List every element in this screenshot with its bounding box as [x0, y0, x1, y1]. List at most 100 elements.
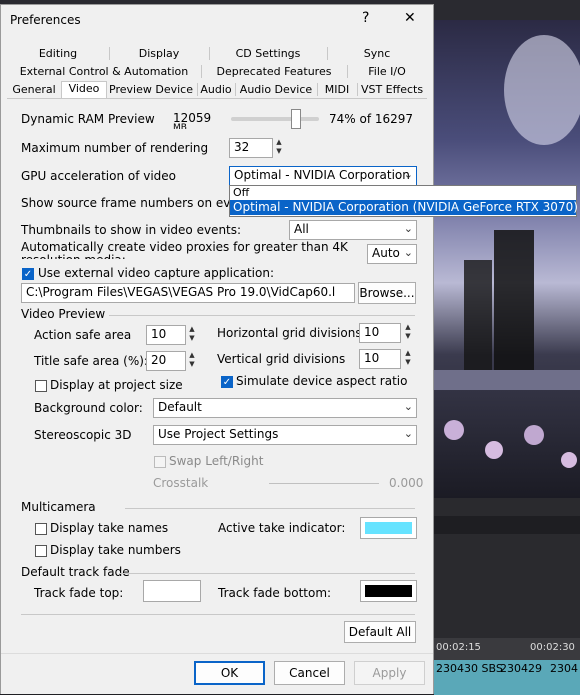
action-safe-label: Action safe area	[34, 328, 132, 342]
group-divider	[119, 573, 415, 574]
gpu-dropdown-list: Off Optimal - NVIDIA Corporation (NVIDIA…	[229, 185, 578, 217]
stereo-combo[interactable]: Use Project Settings ⌄	[153, 425, 417, 445]
video-preview-heading: Video Preview	[21, 307, 106, 321]
preferences-dialog: Preferences ? ✕ Editing Display CD Setti…	[0, 4, 578, 694]
take-numbers-label: Display take numbers	[50, 543, 181, 557]
thumbnails-label: Thumbnails to show in video events:	[21, 223, 242, 237]
take-names-label: Display take names	[50, 521, 169, 535]
tab-video[interactable]: Video	[61, 81, 107, 98]
proxies-label: Automatically create video proxies for g…	[21, 241, 348, 259]
proxies-value: Auto	[372, 246, 400, 260]
group-divider	[109, 315, 415, 316]
gpu-combo[interactable]: Optimal - NVIDIA Corporation ⌄	[229, 166, 417, 186]
bg-color-combo[interactable]: Default ⌄	[153, 398, 417, 418]
simulate-aspect-label: Simulate device aspect ratio	[236, 374, 408, 388]
title-safe-input[interactable]: 20	[146, 351, 186, 371]
max-render-label: Maximum number of rendering	[21, 141, 209, 155]
cancel-button[interactable]: Cancel	[274, 661, 345, 685]
crosstalk-slider[interactable]	[269, 483, 379, 484]
tab-vst-effects[interactable]: VST Effects	[357, 83, 427, 96]
title-safe-label: Title safe area (%):	[34, 354, 148, 368]
preview-image	[434, 35, 580, 468]
tab-cd-settings[interactable]: CD Settings	[209, 47, 328, 60]
indicator-label: Active take indicator:	[218, 521, 346, 535]
timeline-clips: 230430 SBS 230429 2304	[434, 660, 580, 695]
indicator-color-swatch	[365, 522, 412, 534]
fade-top-label: Track fade top:	[34, 586, 124, 600]
tab-divider	[7, 98, 427, 99]
gpu-option-nvidia[interactable]: Optimal - NVIDIA Corporation (NVIDIA GeF…	[230, 200, 578, 215]
clip-label: 230430 SBS	[436, 662, 503, 675]
fade-bottom-color-button[interactable]	[360, 580, 417, 602]
crosstalk-label: Crosstalk	[153, 476, 209, 490]
transport-bar	[434, 516, 580, 534]
tab-external-control[interactable]: External Control & Automation	[7, 65, 202, 78]
display-project-size-checkbox[interactable]	[35, 380, 47, 392]
max-render-input[interactable]: 32	[229, 138, 273, 158]
ok-button[interactable]: OK	[194, 661, 265, 685]
vgrid-spinner[interactable]: ▲ ▼	[404, 349, 412, 369]
action-safe-input[interactable]: 10	[146, 325, 186, 345]
tab-sync[interactable]: Sync	[327, 47, 427, 60]
multicamera-heading: Multicamera	[21, 500, 96, 514]
hgrid-label: Horizontal grid divisions	[217, 326, 362, 340]
clip-label: 2304	[550, 662, 578, 675]
video-preview-background	[434, 20, 580, 498]
clip-label: 230429	[500, 662, 542, 675]
tab-general[interactable]: General	[7, 83, 62, 96]
swap-label: Swap Left/Right	[169, 454, 264, 468]
action-safe-spinner[interactable]: ▲ ▼	[188, 325, 196, 345]
tab-deprecated-features[interactable]: Deprecated Features	[201, 65, 348, 78]
chevron-down-icon: ⌄	[403, 246, 413, 259]
indicator-color-button[interactable]	[360, 517, 417, 539]
browse-button[interactable]: Browse...	[358, 282, 416, 304]
chevron-down-icon: ⌄	[403, 168, 413, 181]
bg-color-value: Default	[158, 400, 202, 414]
help-button[interactable]: ?	[362, 10, 369, 26]
group-divider	[125, 508, 415, 509]
max-render-spinner[interactable]: ▲ ▼	[275, 138, 283, 158]
fade-bottom-label: Track fade bottom:	[218, 586, 332, 600]
fade-top-swatch	[148, 585, 196, 597]
tab-file-io[interactable]: File I/O	[347, 65, 427, 78]
take-numbers-checkbox[interactable]	[35, 545, 47, 557]
thumbnails-combo[interactable]: All ⌄	[289, 220, 417, 240]
chevron-down-icon: ⌄	[403, 400, 413, 413]
tab-preview-device[interactable]: Preview Device	[105, 83, 198, 96]
stereo-value: Use Project Settings	[158, 427, 279, 441]
close-button[interactable]: ✕	[404, 10, 416, 26]
capture-checkbox[interactable]: ✓	[22, 268, 34, 280]
ruler-time-left: 00:02:15	[436, 642, 481, 653]
stereo-label: Stereoscopic 3D	[34, 428, 132, 442]
hgrid-spinner[interactable]: ▲ ▼	[404, 323, 412, 343]
ram-slider-thumb[interactable]	[291, 109, 302, 129]
default-all-button[interactable]: Default All	[344, 621, 416, 643]
gpu-option-off[interactable]: Off	[230, 186, 576, 200]
tab-audio-device[interactable]: Audio Device	[235, 83, 318, 96]
take-names-checkbox[interactable]	[35, 523, 47, 535]
capture-path-input[interactable]: C:\Program Files\VEGAS\VEGAS Pro 19.0\Vi…	[21, 283, 355, 303]
bg-color-label: Background color:	[34, 401, 143, 415]
fade-top-color-button[interactable]	[143, 580, 201, 602]
timeline-area	[434, 498, 580, 638]
ram-slider-track[interactable]	[231, 117, 319, 121]
vgrid-input[interactable]: 10	[359, 349, 401, 369]
tab-editing[interactable]: Editing	[7, 47, 110, 60]
simulate-aspect-checkbox[interactable]: ✓	[221, 376, 233, 388]
timeline-ruler: 00:02:15 00:02:30	[434, 638, 580, 660]
crosstalk-value: 0.000	[389, 476, 424, 490]
tab-display[interactable]: Display	[109, 47, 210, 60]
apply-button[interactable]: Apply	[354, 661, 425, 685]
tab-audio[interactable]: Audio	[197, 83, 236, 96]
ram-preview-unit: MB	[173, 123, 187, 129]
title-safe-spinner[interactable]: ▲ ▼	[188, 351, 196, 371]
hgrid-input[interactable]: 10	[359, 323, 401, 343]
show-source-label: Show source frame numbers on eve	[21, 196, 238, 210]
tab-midi[interactable]: MIDI	[317, 83, 358, 96]
swap-checkbox[interactable]	[154, 456, 166, 468]
capture-label: Use external video capture application:	[38, 266, 274, 280]
fade-heading: Default track fade	[21, 565, 130, 579]
bottom-divider	[21, 614, 415, 615]
proxies-combo[interactable]: Auto ⌄	[367, 244, 417, 264]
thumbnails-value: All	[294, 222, 309, 236]
